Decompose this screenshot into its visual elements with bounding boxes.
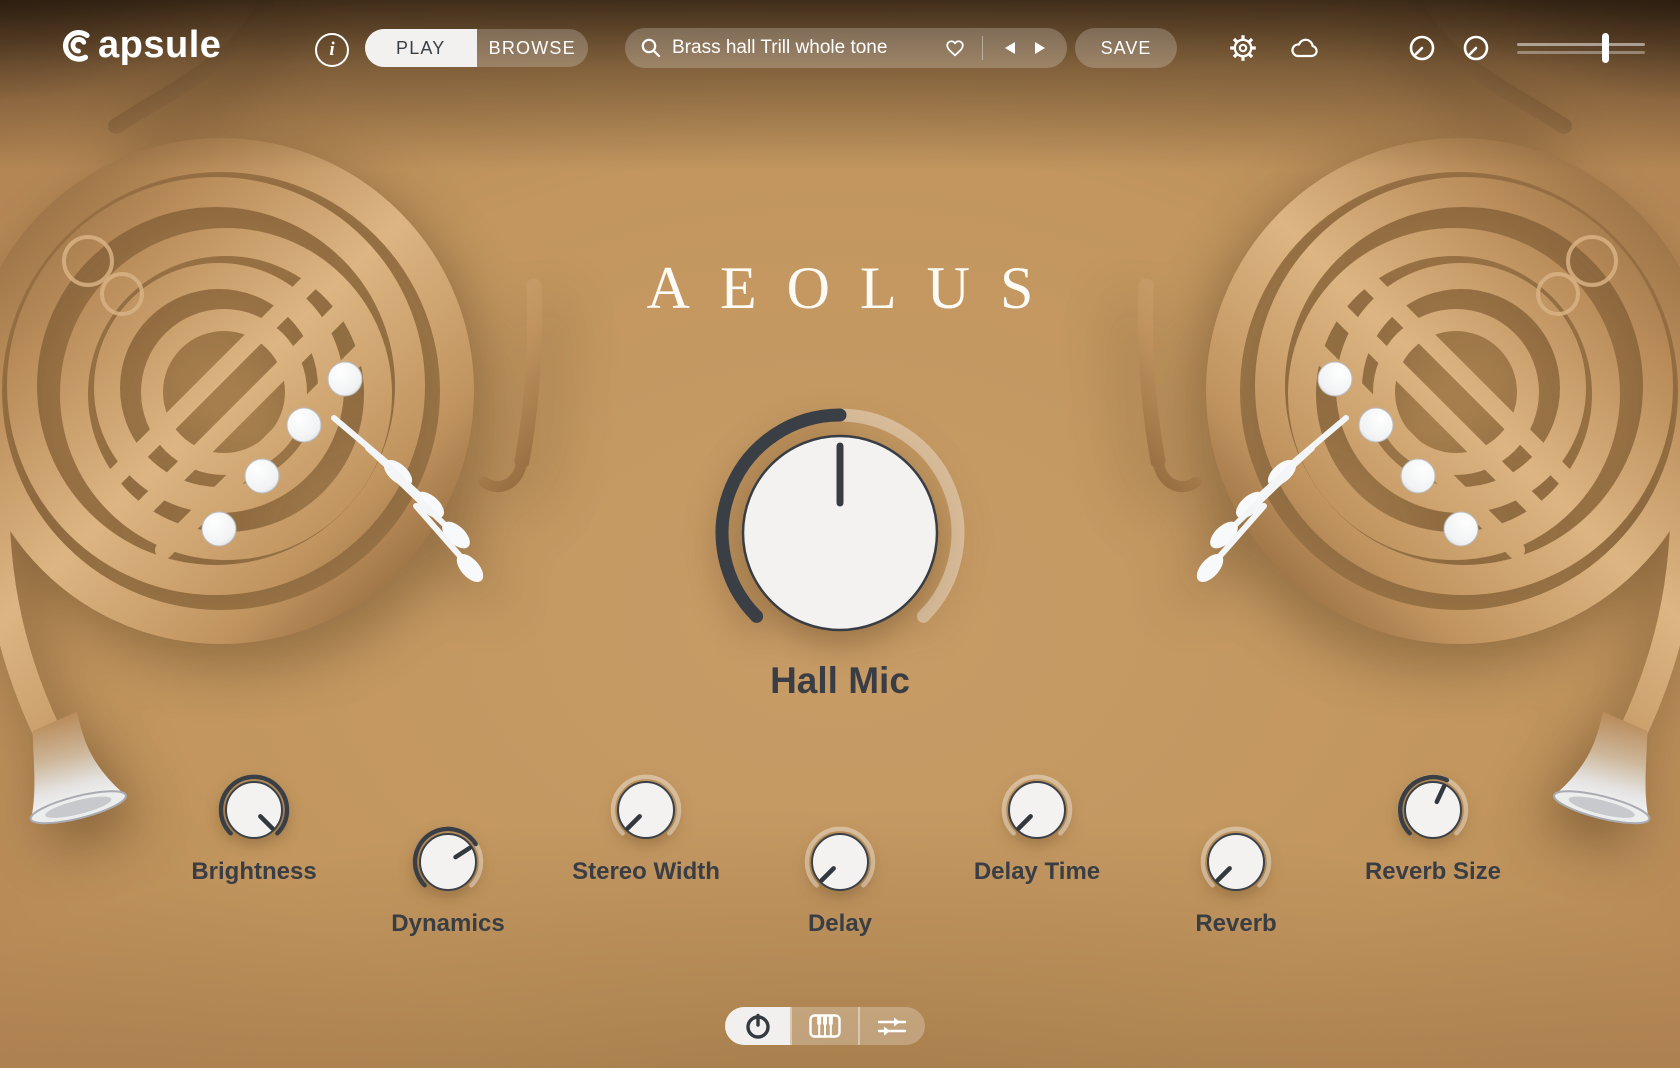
info-button[interactable]: i <box>315 33 349 67</box>
capsule-logo: apsule <box>60 24 221 67</box>
sliders-icon <box>877 1015 907 1037</box>
plugin-window: apsule i PLAY BROWSE Brass hall Trill wh… <box>0 0 1680 1068</box>
delay-time-knob[interactable] <box>997 770 1077 850</box>
volume-track-top <box>1517 43 1645 46</box>
preset-name[interactable]: Brass hall Trill whole tone <box>672 37 940 59</box>
settings-gear-icon[interactable] <box>1228 33 1258 63</box>
dynamics-knob[interactable] <box>408 822 488 902</box>
knob-a-icon[interactable] <box>1408 34 1436 62</box>
delay-label: Delay <box>720 910 960 938</box>
delay-time-label: Delay Time <box>917 858 1157 886</box>
piano-keyboard-icon <box>809 1014 841 1038</box>
preset-search-bar[interactable]: Brass hall Trill whole tone <box>625 28 1067 68</box>
dynamics-label: Dynamics <box>328 910 568 938</box>
search-divider <box>982 36 984 60</box>
reverb-size-label: Reverb Size <box>1313 858 1553 886</box>
reverb-label: Reverb <box>1116 910 1356 938</box>
tab-play[interactable]: PLAY <box>365 29 477 67</box>
footer-mixer-button[interactable] <box>860 1007 925 1045</box>
capsule-logo-c-icon <box>60 28 96 64</box>
hall-mic-label: Hall Mic <box>0 660 1680 702</box>
volume-handle[interactable] <box>1602 33 1609 63</box>
search-icon <box>640 37 662 59</box>
reverb-size-knob[interactable] <box>1393 770 1473 850</box>
save-label: SAVE <box>1101 38 1152 59</box>
save-button[interactable]: SAVE <box>1075 28 1177 68</box>
hall-mic-knob[interactable] <box>705 398 975 673</box>
french-horn-left-image <box>0 0 576 856</box>
cloud-icon[interactable] <box>1289 35 1321 61</box>
tab-browse[interactable]: BROWSE <box>477 29 589 67</box>
footer-keyboard-button[interactable] <box>792 1007 857 1045</box>
footer-view-switcher <box>725 1007 925 1045</box>
brightness-knob[interactable] <box>214 770 294 850</box>
delay-knob[interactable] <box>800 822 880 902</box>
favorite-heart-icon[interactable] <box>944 37 966 59</box>
view-tabs: PLAY BROWSE <box>365 29 588 67</box>
french-horn-right-image <box>1104 0 1680 856</box>
footer-instrument-button[interactable] <box>725 1007 790 1045</box>
info-glyph: i <box>329 39 334 61</box>
next-preset-button[interactable] <box>1029 37 1051 59</box>
brightness-label: Brightness <box>134 858 374 886</box>
volume-track-bottom <box>1517 51 1645 54</box>
knob-power-icon <box>744 1012 772 1040</box>
instrument-title: AEOLUS <box>0 254 1680 323</box>
logo-text: apsule <box>98 24 221 67</box>
volume-slider[interactable] <box>1517 28 1645 68</box>
stereo-width-knob[interactable] <box>606 770 686 850</box>
stereo-width-label: Stereo Width <box>526 858 766 886</box>
reverb-knob[interactable] <box>1196 822 1276 902</box>
knob-b-icon[interactable] <box>1462 34 1490 62</box>
prev-preset-button[interactable] <box>999 37 1021 59</box>
